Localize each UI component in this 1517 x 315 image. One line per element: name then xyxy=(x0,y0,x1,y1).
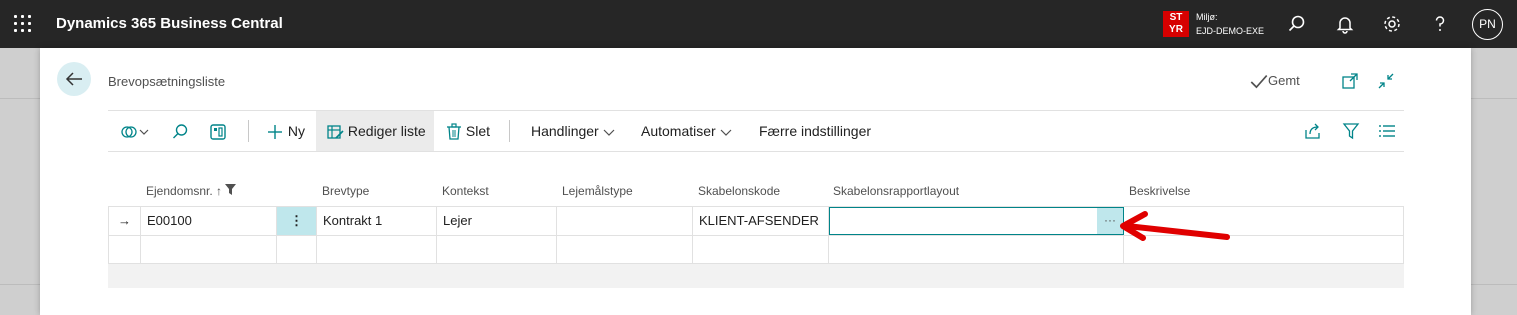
edit-list-button[interactable]: Rediger liste xyxy=(316,111,434,151)
share-icon[interactable] xyxy=(1304,122,1322,140)
delete-label: Slet xyxy=(465,123,491,139)
search-icon[interactable] xyxy=(1287,14,1307,34)
page-title: Brevopsætningsliste xyxy=(108,74,226,89)
cell-context[interactable] xyxy=(437,235,557,263)
saved-status: Gemt xyxy=(1268,73,1300,88)
list-view-icon[interactable] xyxy=(1378,122,1396,140)
automate-menu[interactable]: Automatiser xyxy=(641,111,741,151)
action-bar: Ny Rediger liste Slet Handlinger Automat… xyxy=(108,110,1404,152)
cell-letter-type[interactable]: Kontrakt 1 xyxy=(317,207,437,235)
user-avatar[interactable]: PN xyxy=(1472,9,1503,40)
column-header-property-no[interactable]: Ejendomsnr. ↑ xyxy=(146,184,237,198)
filter-icon[interactable] xyxy=(1342,122,1360,140)
grid-footer xyxy=(108,264,1404,288)
filter-icon xyxy=(225,184,237,195)
actions-menu[interactable]: Handlinger xyxy=(531,111,626,151)
column-header-description[interactable]: Beskrivelse xyxy=(1129,184,1190,198)
column-header-template-code[interactable]: Skabelonskode xyxy=(698,184,780,198)
cell-letter-type[interactable] xyxy=(317,235,437,263)
app-title[interactable]: Dynamics 365 Business Central xyxy=(56,15,283,32)
search-list-button[interactable] xyxy=(171,111,195,151)
trash-icon xyxy=(447,123,461,140)
separator xyxy=(509,120,510,142)
cell-template-code[interactable]: KLIENT-AFSENDER xyxy=(693,207,829,235)
filter-views-icon xyxy=(121,126,149,138)
analysis-icon xyxy=(210,124,226,140)
arrow-left-icon xyxy=(65,72,82,86)
column-header-context[interactable]: Kontekst xyxy=(442,184,489,198)
row-actions-cell xyxy=(277,235,317,263)
help-icon[interactable] xyxy=(1430,14,1450,34)
cell-context[interactable]: Lejer xyxy=(437,207,557,235)
actions-label: Handlinger xyxy=(531,123,599,139)
checkmark-icon xyxy=(1250,75,1268,89)
new-label: Ny xyxy=(287,123,306,139)
column-header-lease-type[interactable]: Lejemålstype xyxy=(562,184,633,198)
search-icon xyxy=(173,124,188,139)
column-header-letter-type[interactable]: Brevtype xyxy=(322,184,369,198)
cell-property-no[interactable]: E00100 xyxy=(141,207,277,235)
sort-ascending-icon: ↑ xyxy=(216,184,223,198)
back-button[interactable] xyxy=(57,62,91,96)
fewer-options-button[interactable]: Færre indstillinger xyxy=(759,111,879,151)
new-button[interactable]: Ny xyxy=(266,111,310,151)
bell-icon[interactable] xyxy=(1335,14,1355,34)
separator xyxy=(248,120,249,142)
current-row-indicator: → xyxy=(108,207,141,235)
cell-template-report-layout[interactable] xyxy=(829,235,1124,263)
row-actions-button[interactable]: ⋮ xyxy=(277,207,317,235)
column-header-property-no-label: Ejendomsnr. xyxy=(146,184,213,198)
collapse-icon[interactable] xyxy=(1377,72,1395,90)
gear-icon[interactable] xyxy=(1382,14,1402,34)
environment-badge: ST YR xyxy=(1163,11,1189,37)
delete-button[interactable]: Slet xyxy=(446,111,494,151)
cell-lease-type[interactable] xyxy=(557,207,693,235)
automate-label: Automatiser xyxy=(641,123,716,139)
edit-list-label: Rediger liste xyxy=(347,123,426,139)
environment-name: EJD-DEMO-EXE xyxy=(1196,26,1265,36)
plus-icon xyxy=(268,125,282,140)
annotation-arrow xyxy=(1120,211,1230,241)
env-badge-line1: ST xyxy=(1169,12,1183,23)
column-header-template-report-layout[interactable]: Skabelonsrapportlayout xyxy=(833,184,959,198)
chevron-down-icon xyxy=(603,129,615,137)
list-page: Brevopsætningsliste Gemt Ny Rediger list… xyxy=(40,48,1471,315)
row-indicator xyxy=(108,235,141,263)
cell-template-code[interactable] xyxy=(693,235,829,263)
top-bar: Dynamics 365 Business Central ST YR Milj… xyxy=(0,0,1517,48)
edit-list-icon xyxy=(327,125,344,139)
open-new-window-icon[interactable] xyxy=(1341,72,1359,90)
app-launcher-icon[interactable] xyxy=(14,15,32,33)
views-dropdown[interactable] xyxy=(120,111,156,151)
analysis-mode-button[interactable] xyxy=(209,111,233,151)
env-badge-line2: YR xyxy=(1169,24,1183,35)
chevron-down-icon xyxy=(720,129,732,137)
environment-label: Miljø: xyxy=(1196,12,1218,22)
cell-template-report-layout[interactable]: ··· xyxy=(829,207,1124,235)
cell-lease-type[interactable] xyxy=(557,235,693,263)
cell-property-no[interactable] xyxy=(141,235,277,263)
